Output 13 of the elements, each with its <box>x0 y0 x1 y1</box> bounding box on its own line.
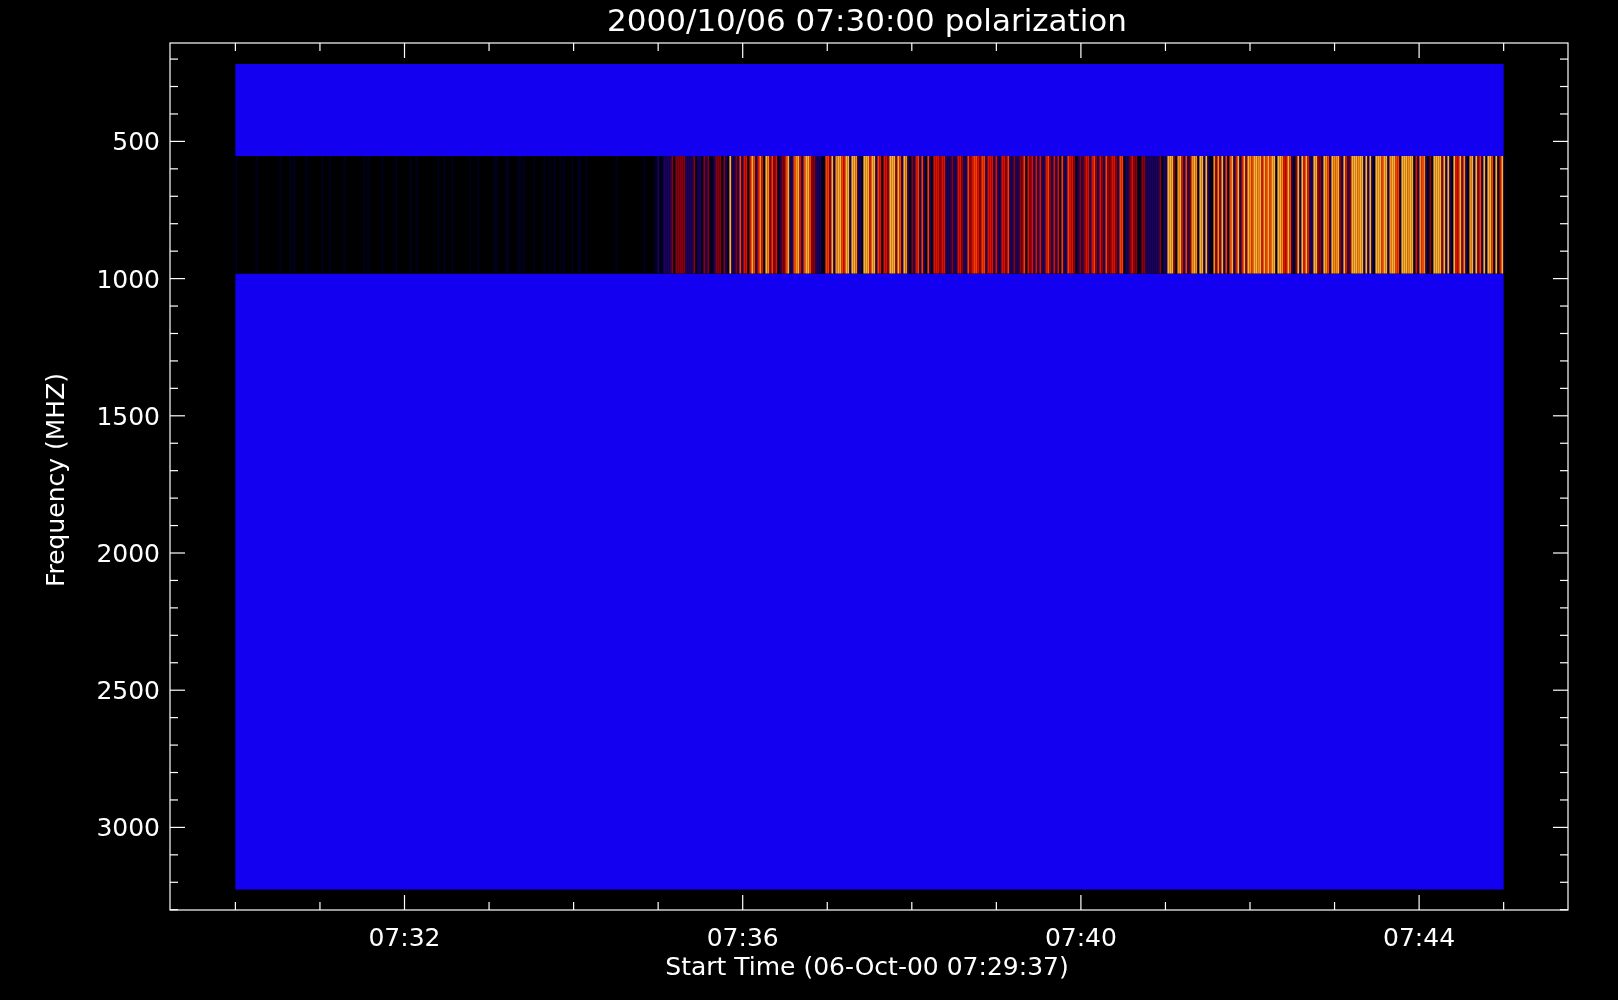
y-tick-label: 1000 <box>96 264 160 294</box>
y-tick-label: 500 <box>112 127 160 157</box>
y-axis-label: Frequency (MHZ) <box>41 372 70 588</box>
y-tick-label: 3000 <box>96 813 160 843</box>
y-tick-label: 1500 <box>96 401 160 431</box>
x-axis-label: Start Time (06-Oct-00 07:29:37) <box>665 952 1069 981</box>
x-tick-label: 07:40 <box>1044 923 1117 952</box>
y-tick-label: 2500 <box>96 676 160 706</box>
x-tick-label: 07:36 <box>706 923 779 952</box>
x-tick-label: 07:44 <box>1383 923 1456 952</box>
x-tick-label: 07:32 <box>368 923 441 952</box>
plot-title: 2000/10/06 07:30:00 polarization <box>607 2 1127 38</box>
y-tick-label: 2000 <box>96 539 160 568</box>
